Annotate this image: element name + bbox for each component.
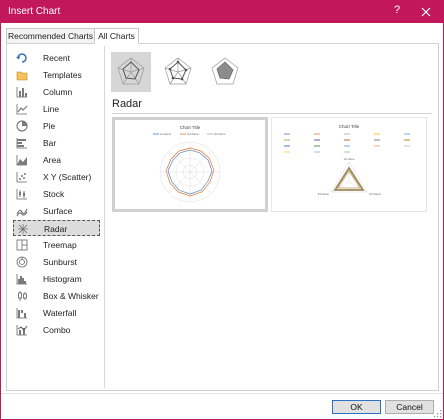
chart-type-radar[interactable]: Radar	[13, 220, 100, 236]
recent-icon	[16, 52, 28, 64]
tab-all-charts[interactable]: All Charts	[94, 28, 139, 44]
chart-type-label: Radar	[44, 224, 68, 234]
templates-icon	[16, 69, 28, 81]
radar-preview-chart-alt: Chart Title 1st Name 2nd Name 3rd Name	[284, 124, 410, 196]
chart-type-label: Pie	[43, 121, 56, 131]
waterfall-chart-icon	[16, 307, 28, 319]
preview-axis-label: 3rd Name	[318, 192, 330, 196]
radar-chart-icon	[17, 223, 29, 235]
chart-type-label: Stock	[43, 189, 65, 199]
combo-chart-icon	[16, 324, 28, 336]
chart-type-label: Waterfall	[43, 308, 77, 318]
resize-grip-icon[interactable]	[433, 409, 442, 418]
radar-markers-subtype-icon	[164, 57, 192, 85]
help-button[interactable]: ?	[389, 4, 405, 20]
preview-chart-title: Chart Title	[339, 124, 360, 129]
close-icon	[421, 7, 431, 17]
section-title: Radar	[112, 98, 142, 110]
preview-axis-label: 1st Name	[343, 157, 355, 161]
cancel-button[interactable]: Cancel	[385, 400, 434, 414]
chart-type-templates[interactable]: Templates	[13, 67, 100, 83]
histogram-chart-icon	[16, 273, 28, 285]
chart-type-label: X Y (Scatter)	[43, 172, 92, 182]
radar-subtype-icon	[117, 57, 145, 85]
stock-chart-icon	[16, 188, 28, 200]
preview-axis-label: 2nd Name	[369, 192, 382, 196]
chart-type-treemap[interactable]: Treemap	[13, 237, 100, 253]
chart-type-waterfall[interactable]: Waterfall	[13, 305, 100, 321]
sunburst-chart-icon	[16, 256, 28, 268]
chart-type-combo[interactable]: Combo	[13, 322, 100, 338]
surface-chart-icon	[16, 205, 28, 217]
chart-type-sunburst[interactable]: Sunburst	[13, 254, 100, 270]
close-button[interactable]	[416, 3, 436, 21]
chart-type-label: Box & Whisker	[43, 291, 99, 301]
preview-legend-entry: 3rd Name	[214, 132, 226, 136]
chart-preview-radar[interactable]: Chart Title 1st Name 2nd Name 3rd Name	[112, 117, 268, 212]
divider	[104, 46, 105, 388]
chart-type-label: Line	[43, 104, 60, 114]
filled-radar-subtype-icon	[211, 57, 239, 85]
chart-type-bar[interactable]: Bar	[13, 135, 100, 151]
chart-type-recent[interactable]: Recent	[13, 50, 100, 66]
chart-type-label: Surface	[43, 206, 73, 216]
area-chart-icon	[16, 154, 28, 166]
bar-chart-icon	[16, 137, 28, 149]
chart-type-label: Column	[43, 87, 73, 97]
title-bar: Insert Chart ?	[1, 1, 443, 23]
column-chart-icon	[16, 86, 28, 98]
subtype-radar-with-markers[interactable]	[158, 52, 198, 92]
chart-type-column[interactable]: Column	[13, 84, 100, 100]
chart-type-line[interactable]: Line	[13, 101, 100, 117]
pie-chart-icon	[16, 120, 28, 132]
chart-type-label: Sunburst	[43, 257, 78, 267]
dialog-title: Insert Chart	[8, 6, 61, 17]
line-chart-icon	[16, 103, 28, 115]
chart-type-surface[interactable]: Surface	[13, 203, 100, 219]
chart-type-label: Combo	[43, 325, 71, 335]
chart-type-histogram[interactable]: Histogram	[13, 271, 100, 287]
chart-type-label: Area	[43, 155, 61, 165]
subtype-filled-radar[interactable]	[205, 52, 245, 92]
chart-type-pie[interactable]: Pie	[13, 118, 100, 134]
preview-chart-title: Chart Title	[180, 125, 201, 130]
tab-strip: Recommended Charts All Charts	[1, 28, 443, 44]
subtype-radar[interactable]	[111, 52, 151, 92]
preview-legend-entry: 1st Name	[160, 132, 172, 136]
chart-type-label: Bar	[43, 138, 57, 148]
chart-type-scatter[interactable]: X Y (Scatter)	[13, 169, 100, 185]
insert-chart-dialog: Insert Chart ? Recommended Charts All Ch…	[0, 0, 444, 420]
chart-type-label: Histogram	[43, 274, 82, 284]
chart-preview-radar-alt[interactable]: Chart Title 1st Name 2nd Name 3rd Name	[271, 117, 427, 212]
chart-type-label: Templates	[43, 70, 82, 80]
scatter-chart-icon	[16, 171, 28, 183]
tab-recommended-charts[interactable]: Recommended Charts	[6, 28, 95, 44]
ok-button[interactable]: OK	[332, 400, 381, 414]
footer-divider	[1, 393, 443, 394]
chart-type-label: Treemap	[43, 240, 77, 250]
chart-type-label: Recent	[43, 53, 70, 63]
chart-type-area[interactable]: Area	[13, 152, 100, 168]
radar-preview-chart: Chart Title 1st Name 2nd Name 3rd Name	[153, 125, 226, 203]
preview-legend-entry: 2nd Name	[187, 132, 200, 136]
treemap-chart-icon	[16, 239, 28, 251]
section-divider	[112, 113, 432, 114]
chart-type-box-whisker[interactable]: Box & Whisker	[13, 288, 100, 304]
chart-type-list: Recent Templates Column Line Pie Bar Are…	[7, 50, 100, 387]
box-whisker-chart-icon	[16, 290, 28, 302]
chart-type-stock[interactable]: Stock	[13, 186, 100, 202]
